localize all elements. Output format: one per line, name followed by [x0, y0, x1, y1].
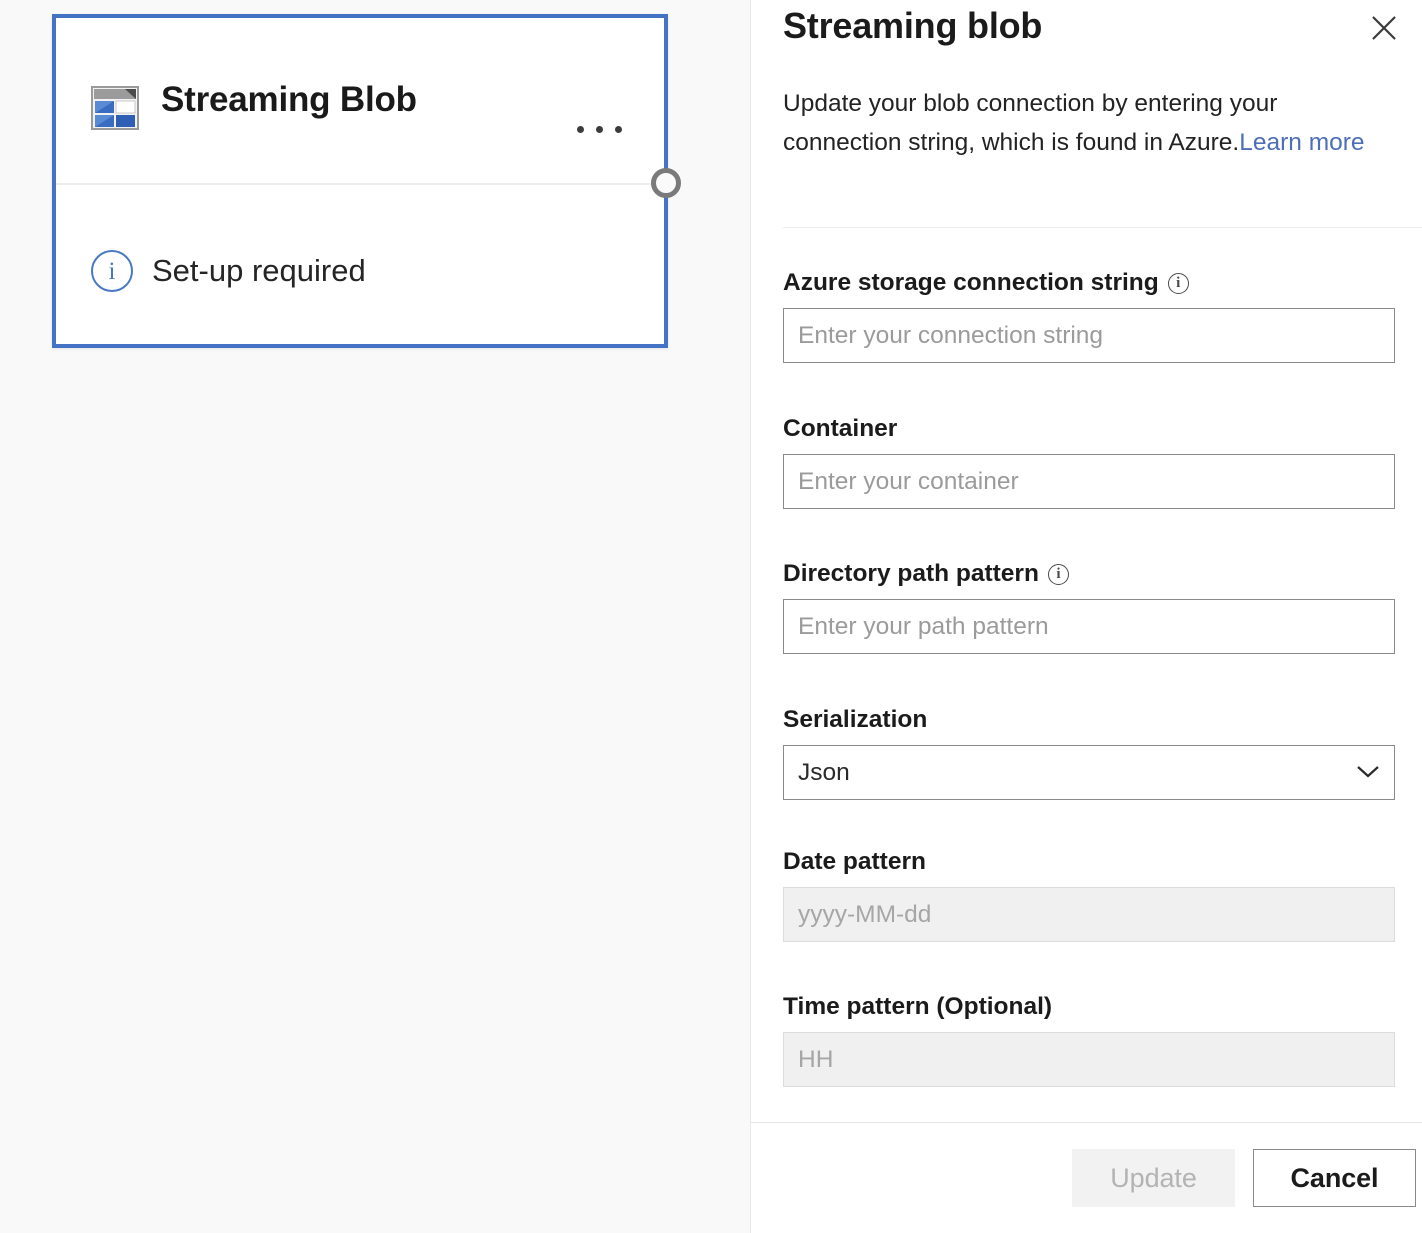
field-label-text: Serialization	[783, 706, 927, 734]
field-label-date-pattern: Date pattern	[783, 848, 1395, 876]
field-directory-path-pattern: Directory path pattern i Enter your path…	[783, 560, 1395, 654]
panel-description-text: Update your blob connection by entering …	[783, 90, 1277, 156]
node-title: Streaming Blob	[161, 80, 417, 120]
ellipsis-dot-3	[615, 126, 622, 133]
blob-node-icon	[91, 86, 139, 130]
info-icon: i	[91, 250, 133, 292]
update-button: Update	[1072, 1149, 1235, 1207]
field-label-directory-path-pattern: Directory path pattern i	[783, 560, 1395, 588]
field-label-text: Azure storage connection string	[783, 269, 1159, 297]
learn-more-link[interactable]: Learn more	[1239, 129, 1364, 156]
serialization-select[interactable]: Json	[783, 745, 1395, 800]
container-placeholder: Enter your container	[798, 468, 1019, 496]
pipeline-canvas: Streaming Blob i Set-up required	[0, 0, 750, 1233]
info-icon[interactable]: i	[1168, 273, 1189, 294]
field-label-text: Date pattern	[783, 848, 926, 876]
panel-header: Streaming blob Update your blob connecti…	[751, 0, 1422, 228]
field-container: Container Enter your container	[783, 415, 1395, 509]
container-input[interactable]: Enter your container	[783, 454, 1395, 509]
field-label-connection-string: Azure storage connection string i	[783, 269, 1395, 297]
node-status: i Set-up required	[91, 250, 366, 292]
field-label-text: Directory path pattern	[783, 560, 1039, 588]
field-label-serialization: Serialization	[783, 706, 1395, 734]
app-root: Streaming Blob i Set-up required Streami…	[0, 0, 1422, 1233]
close-icon[interactable]	[1360, 4, 1408, 52]
panel-form: Azure storage connection string i Enter …	[751, 228, 1422, 1122]
date-pattern-input: yyyy-MM-dd	[783, 887, 1395, 942]
time-pattern-input: HH	[783, 1032, 1395, 1087]
configuration-panel: Streaming blob Update your blob connecti…	[750, 0, 1422, 1233]
field-label-container: Container	[783, 415, 1395, 443]
field-time-pattern: Time pattern (Optional) HH	[783, 993, 1395, 1087]
date-pattern-placeholder: yyyy-MM-dd	[798, 901, 931, 929]
info-icon[interactable]: i	[1048, 564, 1069, 585]
field-label-text: Container	[783, 415, 897, 443]
node-more-menu-button[interactable]	[564, 104, 634, 154]
field-serialization: Serialization Json	[783, 706, 1395, 800]
time-pattern-placeholder: HH	[798, 1046, 833, 1074]
directory-path-pattern-placeholder: Enter your path pattern	[798, 613, 1049, 641]
serialization-selected-value: Json	[798, 759, 850, 787]
ellipsis-dot-2	[596, 126, 603, 133]
cancel-button[interactable]: Cancel	[1253, 1149, 1416, 1207]
streaming-blob-node[interactable]: Streaming Blob i Set-up required	[52, 14, 668, 348]
ellipsis-dot-1	[577, 126, 584, 133]
panel-description: Update your blob connection by entering …	[783, 84, 1395, 162]
panel-title: Streaming blob	[783, 5, 1042, 47]
directory-path-pattern-input[interactable]: Enter your path pattern	[783, 599, 1395, 654]
field-connection-string: Azure storage connection string i Enter …	[783, 269, 1395, 363]
connection-string-placeholder: Enter your connection string	[798, 322, 1103, 350]
node-divider	[56, 183, 664, 185]
chevron-down-icon	[1356, 763, 1380, 783]
panel-footer: Update Cancel	[751, 1123, 1422, 1233]
node-status-label: Set-up required	[152, 253, 366, 289]
field-label-text: Time pattern (Optional)	[783, 993, 1052, 1021]
output-connector[interactable]	[651, 168, 681, 198]
field-date-pattern: Date pattern yyyy-MM-dd	[783, 848, 1395, 942]
field-label-time-pattern: Time pattern (Optional)	[783, 993, 1395, 1021]
connection-string-input[interactable]: Enter your connection string	[783, 308, 1395, 363]
